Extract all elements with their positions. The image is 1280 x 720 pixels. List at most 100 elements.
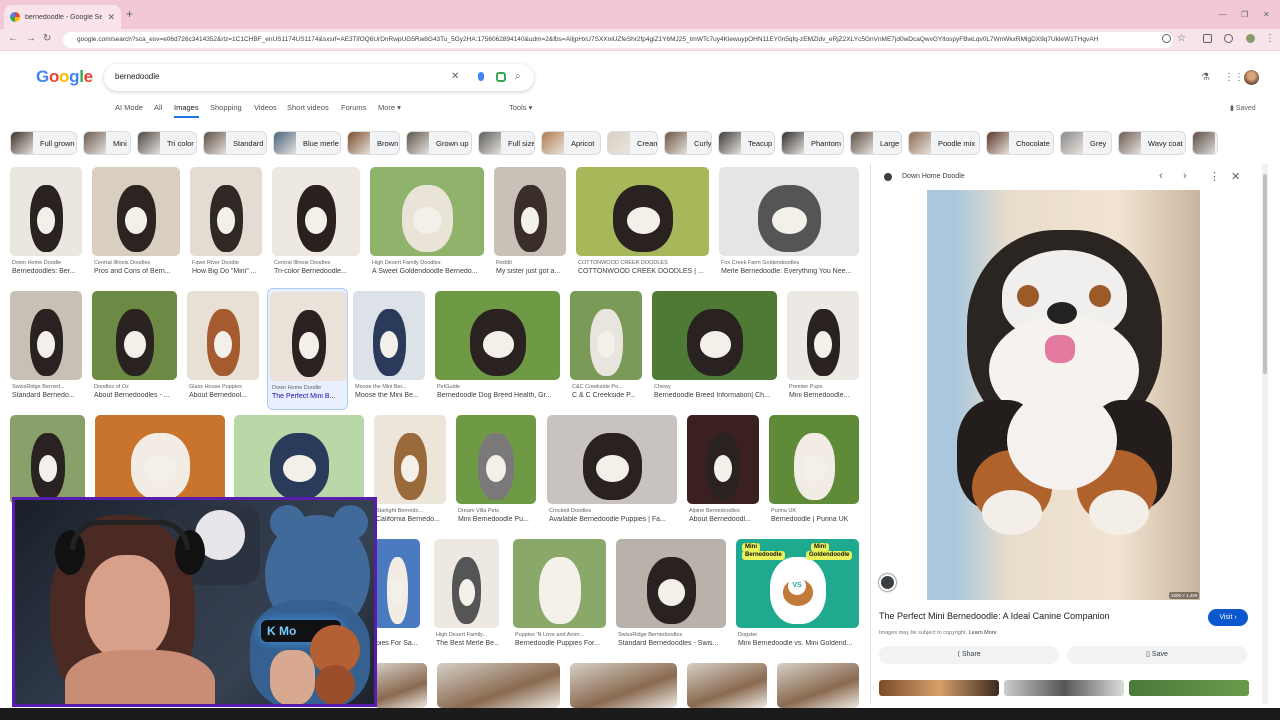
result-source[interactable]: High Desert Family Doodles xyxy=(372,260,484,266)
result-thumbnail[interactable] xyxy=(272,167,360,256)
image-result[interactable]: C&C Creekside Po... C & C Creekside P... xyxy=(570,291,642,413)
chip-mini[interactable]: Mini xyxy=(83,131,131,155)
search-box[interactable]: bernedoodle ✕ ⌕ xyxy=(104,64,534,91)
image-result[interactable]: Premier Pups Mini Bernedoodle... xyxy=(787,291,859,413)
chip-wavy-coat[interactable]: Wavy coat xyxy=(1118,131,1186,155)
result-title[interactable]: My sister just got a... xyxy=(496,268,566,275)
share-button[interactable]: ⟨ Share xyxy=(879,646,1059,664)
result-thumbnail[interactable] xyxy=(687,415,759,504)
next-image-icon[interactable]: › xyxy=(1183,170,1187,182)
image-result[interactable]: Central Illinois Doodles Pros and Cons of… xyxy=(92,167,180,289)
tab-forums[interactable]: Forums xyxy=(341,103,366,112)
result-thumbnail[interactable] xyxy=(353,291,425,380)
google-logo[interactable]: Google xyxy=(36,67,93,87)
image-result[interactable]: Down Home Doodle Bernedoodles: Ber... xyxy=(10,167,82,289)
result-source[interactable]: Dream Villa Pets xyxy=(458,508,536,514)
voice-search-icon[interactable] xyxy=(478,72,484,81)
result-thumbnail[interactable] xyxy=(234,415,364,504)
close-panel-icon[interactable]: ✕ xyxy=(1231,170,1240,183)
image-result[interactable]: PetGuide Bernedoodle Dog Breed Health, Gr… xyxy=(435,291,560,413)
result-title[interactable]: Merle Bernedoodle: Everything You Nee... xyxy=(721,268,859,275)
result-thumbnail[interactable] xyxy=(769,415,859,504)
image-result[interactable]: Reddit My sister just got a... xyxy=(494,167,566,289)
result-thumbnail[interactable] xyxy=(547,415,677,504)
result-title[interactable]: Mini Bernedoodle vs. Mini Goldend... xyxy=(738,640,859,647)
image-result[interactable]: Fox Creek Farm Goldendoodles Merle Berned… xyxy=(719,167,859,289)
preview-title[interactable]: The Perfect Mini Bernedoodle: A Ideal Ca… xyxy=(879,611,1110,621)
scroll-thumb[interactable] xyxy=(1263,174,1267,374)
tab-videos[interactable]: Videos xyxy=(254,103,277,112)
related-image[interactable] xyxy=(1004,680,1124,696)
chip-more[interactable] xyxy=(1192,131,1218,155)
image-result[interactable] xyxy=(374,663,427,708)
chip-full-size[interactable]: Full size xyxy=(478,131,535,155)
chip-phantom[interactable]: Phantom xyxy=(781,131,844,155)
chip-large[interactable]: Large xyxy=(850,131,902,155)
visit-button[interactable]: Visit › xyxy=(1208,609,1248,626)
chip-chocolate[interactable]: Chocolate xyxy=(986,131,1054,155)
more-options-icon[interactable]: ⋮ xyxy=(1209,170,1220,183)
chip-full-grown[interactable]: Full grown xyxy=(10,131,77,155)
tab-more[interactable]: More ▾ xyxy=(378,103,401,112)
result-source[interactable]: Central Illinois Doodles xyxy=(94,260,180,266)
image-result[interactable]: pies For Sa... xyxy=(374,539,420,661)
image-result[interactable]: Fawn River Doodle How Big Do "Mini" ... xyxy=(190,167,262,289)
image-result[interactable]: Chewy Bernedoodle Breed Information| Ch..… xyxy=(652,291,777,413)
minimize-icon[interactable]: — xyxy=(1219,10,1227,19)
result-source[interactable]: Central Illinois Doodles xyxy=(274,260,360,266)
search-input[interactable]: bernedoodle xyxy=(115,72,159,81)
result-thumbnail[interactable] xyxy=(434,539,499,628)
extensions-icon[interactable] xyxy=(1224,34,1233,43)
result-title[interactable]: Tri-color Bernedoodle... xyxy=(274,268,360,275)
profile-icon[interactable] xyxy=(1246,34,1255,43)
result-source[interactable]: C&C Creekside Po... xyxy=(572,384,642,390)
result-thumbnail[interactable] xyxy=(435,291,560,380)
chip-grey[interactable]: Grey xyxy=(1060,131,1112,155)
result-thumbnail[interactable] xyxy=(10,291,82,380)
result-thumbnail[interactable] xyxy=(437,663,560,708)
image-result[interactable]: Alpine Bernedoodles About Bernedoodl... xyxy=(687,415,759,537)
image-result[interactable]: Dream Villa Pets Mini Bernedoodle Pu... xyxy=(456,415,536,537)
previous-image-icon[interactable]: ‹ xyxy=(1159,170,1163,182)
browser-menu-icon[interactable]: ⋮ xyxy=(1265,33,1275,44)
image-result[interactable]: COTTONWOOD CREEK DOODLES COTTONWOOD CREEK… xyxy=(576,167,709,289)
close-window-icon[interactable]: ✕ xyxy=(1263,10,1270,19)
saved-link[interactable]: ▮ Saved xyxy=(1230,104,1256,112)
result-thumbnail[interactable] xyxy=(374,663,427,708)
result-title[interactable]: About Bernedoodles - ... xyxy=(94,392,177,399)
chip-standard[interactable]: Standard xyxy=(203,131,267,155)
result-title[interactable]: The Best Merle Be... xyxy=(436,640,499,647)
image-result[interactable] xyxy=(687,663,767,708)
image-result[interactable]: SwissRidge Bernedoodles Standard Bernedoo… xyxy=(616,539,726,661)
result-thumbnail[interactable] xyxy=(570,291,642,380)
chip-cream[interactable]: Cream xyxy=(607,131,658,155)
image-result[interactable]: Starlight Bernedo... California Bernedo..… xyxy=(374,415,446,537)
result-thumbnail[interactable]: Mini Bernedoodle Mini Goldendoodle VS xyxy=(736,539,859,628)
result-source[interactable]: COTTONWOOD CREEK DOODLES xyxy=(578,260,709,266)
chip-blue-merle[interactable]: Blue merle xyxy=(273,131,341,155)
result-title[interactable]: Bernedoodle Breed Information| Ch... xyxy=(654,392,777,399)
result-source[interactable]: Chewy xyxy=(654,384,777,390)
result-source[interactable]: Starlight Bernedo... xyxy=(376,508,446,514)
result-thumbnail[interactable] xyxy=(787,291,859,380)
result-thumbnail[interactable] xyxy=(92,167,180,256)
sidebar-icon[interactable] xyxy=(1203,34,1212,43)
result-thumbnail[interactable] xyxy=(92,291,177,380)
result-source[interactable]: High Desert Family... xyxy=(436,632,499,638)
chip-teacup[interactable]: Teacup xyxy=(718,131,775,155)
result-thumbnail[interactable] xyxy=(570,663,677,708)
forward-icon[interactable]: → xyxy=(26,33,36,44)
chip-grown-up[interactable]: Grown up xyxy=(406,131,472,155)
chip-poodle-mix[interactable]: Poodle mix xyxy=(908,131,980,155)
result-thumbnail[interactable] xyxy=(95,415,225,504)
image-result[interactable] xyxy=(777,663,859,708)
result-thumbnail[interactable] xyxy=(719,167,859,256)
back-icon[interactable]: ← xyxy=(8,33,18,44)
result-title[interactable]: C & C Creekside P... xyxy=(572,392,642,399)
search-icon[interactable]: ⌕ xyxy=(515,72,521,82)
result-title[interactable]: About Bernedool... xyxy=(189,392,259,399)
image-result[interactable]: Glass House Puppies About Bernedool... xyxy=(187,291,259,413)
learn-more-link[interactable]: Learn More xyxy=(969,630,997,636)
url-field[interactable]: google.com/search?sca_esv=e06d726c341435… xyxy=(63,32,1173,48)
chip-apricot[interactable]: Apricot xyxy=(541,131,601,155)
